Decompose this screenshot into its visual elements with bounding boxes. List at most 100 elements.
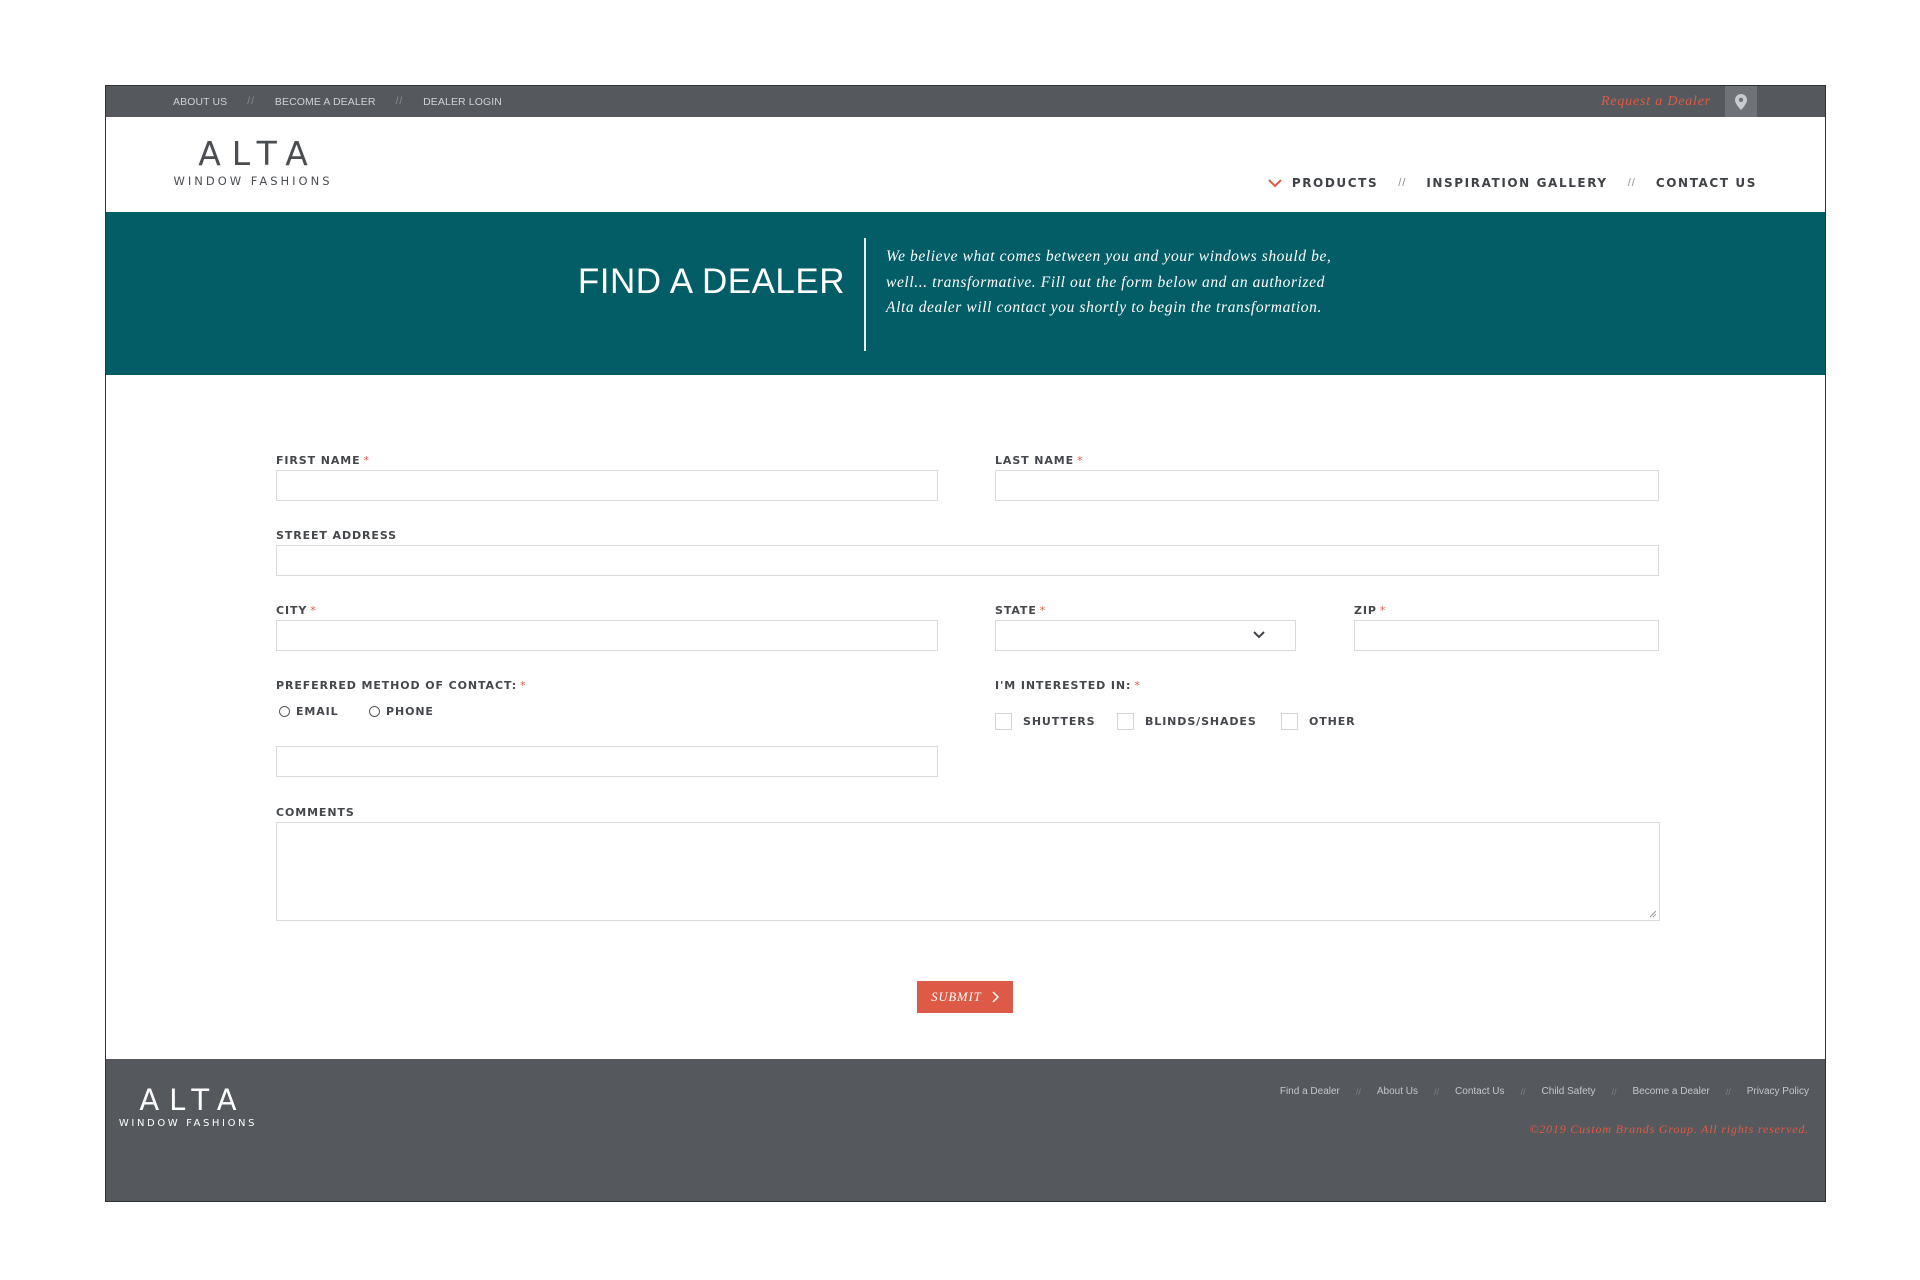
required-mark: * — [310, 604, 317, 617]
page-frame: ABOUT US // BECOME A DEALER // DEALER LO… — [105, 85, 1826, 1202]
interest-checkbox-shutters-label: SHUTTERS — [1023, 715, 1096, 728]
brand-logo[interactable]: ALTA WINDOW FASHIONS — [173, 134, 333, 189]
footer-separator: // — [1520, 1086, 1526, 1097]
footer-links: Find a Dealer // About Us // Contact Us … — [1280, 1086, 1809, 1097]
city-label: CITY * — [276, 604, 317, 617]
chevron-right-icon — [992, 991, 999, 1003]
contact-radio-phone-label: PHONE — [386, 705, 434, 718]
footer-link-privacy-policy[interactable]: Privacy Policy — [1747, 1086, 1809, 1097]
nav-separator: // — [1398, 177, 1407, 189]
hero-description: We believe what comes between you and yo… — [886, 248, 1332, 316]
last-name-label-text: LAST NAME — [995, 454, 1075, 467]
street-address-field[interactable] — [276, 545, 1659, 576]
contact-radio-email[interactable]: EMAIL — [279, 705, 339, 718]
main-nav: PRODUCTS // INSPIRATION GALLERY // CONTA… — [1268, 176, 1757, 190]
brand-tagline: WINDOW FASHIONS — [173, 174, 333, 188]
comments-label-text: COMMENTS — [276, 806, 355, 819]
nav-item-contact-us[interactable]: CONTACT US — [1656, 176, 1757, 190]
zip-label: ZIP * — [1354, 604, 1386, 617]
street-address-label: STREET ADDRESS — [276, 529, 397, 542]
required-mark: * — [1379, 604, 1387, 617]
top-link-dealer-login[interactable]: DEALER LOGIN — [423, 96, 502, 108]
zip-field[interactable] — [1354, 620, 1659, 651]
top-link-become-dealer[interactable]: BECOME A DEALER — [275, 96, 376, 108]
first-name-label-text: FIRST NAME — [276, 454, 361, 467]
footer-separator: // — [1434, 1086, 1440, 1097]
contact-value-field[interactable] — [276, 746, 938, 777]
submit-button[interactable]: SUBMIT — [917, 981, 1013, 1013]
city-input[interactable] — [277, 621, 937, 650]
state-label: STATE * — [995, 604, 1046, 617]
last-name-input[interactable] — [996, 471, 1658, 500]
checkbox-box[interactable] — [995, 713, 1012, 730]
top-link-about-us[interactable]: ABOUT US — [173, 96, 227, 108]
request-dealer-link[interactable]: Request a Dealer — [1601, 86, 1711, 117]
radio-circle[interactable] — [279, 706, 290, 717]
page-title: FIND A DEALER — [577, 262, 845, 301]
brand-name: ALTA — [198, 134, 319, 173]
first-name-input[interactable] — [277, 471, 937, 500]
map-pin-icon[interactable] — [1725, 86, 1757, 117]
contact-value-input[interactable] — [277, 747, 937, 776]
top-nav: ABOUT US // BECOME A DEALER // DEALER LO… — [173, 86, 502, 117]
footer-link-contact-us[interactable]: Contact Us — [1455, 1086, 1504, 1097]
interest-checkbox-other[interactable]: OTHER — [1281, 713, 1356, 730]
state-label-text: STATE — [995, 604, 1037, 617]
footer-logo[interactable]: ALTA WINDOW FASHIONS — [118, 1084, 258, 1130]
comments-label: COMMENTS — [276, 806, 355, 819]
footer-link-about-us[interactable]: About Us — [1377, 1086, 1418, 1097]
hero-divider — [864, 238, 866, 351]
top-utility-bar: ABOUT US // BECOME A DEALER // DEALER LO… — [106, 86, 1825, 117]
footer-link-find-dealer[interactable]: Find a Dealer — [1280, 1086, 1340, 1097]
top-nav-separator: // — [395, 96, 404, 107]
contact-radio-phone[interactable]: PHONE — [369, 705, 434, 718]
last-name-label: LAST NAME * — [995, 454, 1083, 467]
nav-separator: // — [1627, 177, 1636, 189]
interest-checkbox-blinds-shades-label: BLINDS/SHADES — [1145, 715, 1257, 728]
contact-method-label: PREFERRED METHOD OF CONTACT: * — [276, 679, 526, 692]
required-mark: * — [363, 454, 370, 467]
footer-separator: // — [1725, 1086, 1731, 1097]
contact-radio-email-label: EMAIL — [296, 705, 339, 718]
nav-item-inspiration-gallery[interactable]: INSPIRATION GALLERY — [1426, 176, 1607, 190]
state-select[interactable] — [995, 620, 1296, 651]
interest-label: I'M INTERESTED IN: * — [995, 679, 1141, 692]
hero-banner: FIND A DEALER We believe what comes betw… — [106, 212, 1825, 375]
interest-checkbox-other-label: OTHER — [1309, 715, 1356, 728]
submit-button-label: SUBMIT — [931, 989, 982, 1004]
first-name-field[interactable] — [276, 470, 938, 501]
chevron-down-icon — [1268, 179, 1282, 188]
resize-grip-icon[interactable] — [1649, 910, 1657, 918]
copyright-text: ©2019 Custom Brands Group. All rights re… — [1529, 1122, 1809, 1136]
checkbox-box[interactable] — [1281, 713, 1298, 730]
chevron-down-icon — [1253, 631, 1265, 639]
top-nav-separator: // — [247, 96, 255, 107]
radio-circle[interactable] — [369, 706, 380, 717]
footer-link-become-dealer[interactable]: Become a Dealer — [1632, 1086, 1709, 1097]
required-mark: * — [1039, 604, 1047, 617]
city-label-text: CITY — [276, 604, 308, 617]
checkbox-box[interactable] — [1117, 713, 1134, 730]
required-mark: * — [1077, 454, 1084, 467]
street-address-input[interactable] — [277, 546, 1658, 575]
street-address-label-text: STREET ADDRESS — [276, 529, 397, 542]
required-mark: * — [1134, 679, 1141, 692]
interest-label-text: I'M INTERESTED IN: — [995, 679, 1132, 692]
footer-separator: // — [1611, 1086, 1617, 1097]
comments-textarea[interactable] — [276, 822, 1660, 921]
city-field[interactable] — [276, 620, 938, 651]
required-mark: * — [520, 679, 527, 692]
contact-method-label-text: PREFERRED METHOD OF CONTACT: — [276, 679, 518, 692]
zip-input[interactable] — [1355, 621, 1658, 650]
footer-separator: // — [1355, 1086, 1361, 1097]
zip-label-text: ZIP — [1354, 604, 1377, 617]
first-name-label: FIRST NAME * — [276, 454, 370, 467]
site-footer: ALTA WINDOW FASHIONS Find a Dealer // Ab… — [106, 1059, 1825, 1201]
nav-item-products[interactable]: PRODUCTS — [1292, 176, 1378, 190]
footer-brand-tagline: WINDOW FASHIONS — [118, 1118, 258, 1129]
footer-link-child-safety[interactable]: Child Safety — [1542, 1086, 1596, 1097]
last-name-field[interactable] — [995, 470, 1659, 501]
footer-brand-name: ALTA — [139, 1083, 247, 1117]
interest-checkbox-shutters[interactable]: SHUTTERS — [995, 713, 1095, 730]
interest-checkbox-blinds-shades[interactable]: BLINDS/SHADES — [1117, 713, 1257, 730]
